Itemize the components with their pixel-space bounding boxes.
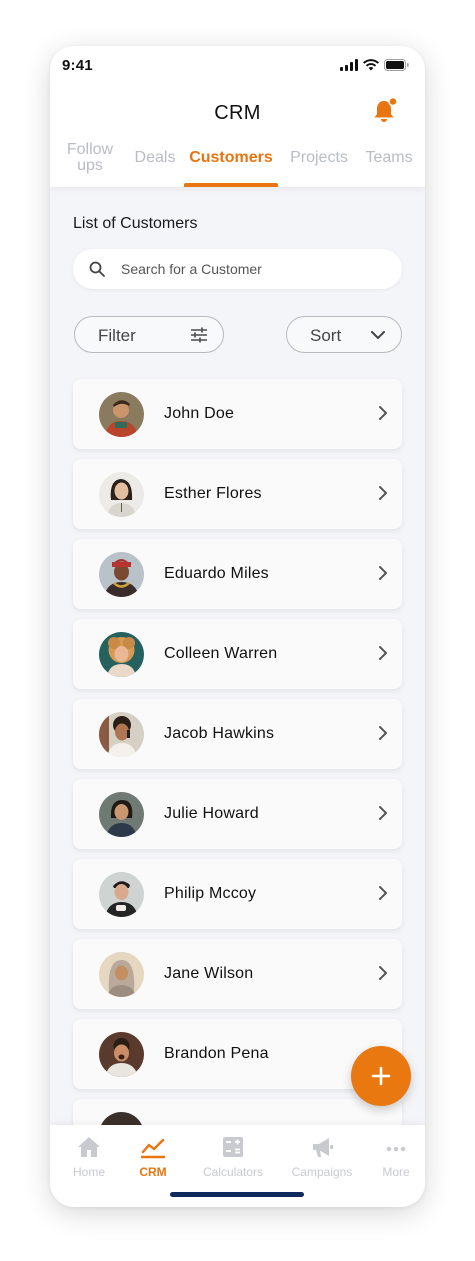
customer-name: Julie Howard [164,805,259,822]
customer-card[interactable]: Colleen Warren [73,619,402,689]
sort-label: Sort [310,326,342,345]
calculator-icon [223,1137,243,1157]
customer-name: Philip Mccoy [164,885,257,902]
avatar [99,1032,144,1077]
megaphone-icon [313,1138,333,1157]
sort-dropdown[interactable]: Sort [286,316,402,353]
home-icon [78,1137,100,1157]
customer-card[interactable]: Julie Howard [73,779,402,849]
status-icons [340,59,409,71]
tab-follow-ups[interactable]: Follow ups [60,142,120,174]
avatar [99,632,144,677]
phone-screen: 9:41 CRM Follow ups Deals Customers Proj… [50,46,425,1207]
customer-card[interactable]: Jacob Hawkins [73,699,402,769]
nav-crm[interactable]: CRM [115,1135,191,1179]
customer-card[interactable]: John Doe [73,379,402,449]
chevron-right-icon [379,966,387,980]
customer-card[interactable]: Esther Flores [73,459,402,529]
customer-name: Eduardo Miles [164,565,269,582]
filter-button[interactable]: Filter [74,316,224,353]
avatar [99,872,144,917]
search-input[interactable] [121,249,391,289]
sliders-icon [191,327,207,343]
app-header: 9:41 CRM Follow ups Deals Customers Proj… [50,46,425,187]
avatar [99,472,144,517]
search-bar[interactable] [73,249,402,289]
notifications-button[interactable] [371,96,399,125]
more-dots-icon [386,1146,406,1152]
bell-icon [374,96,398,122]
chevron-right-icon [379,726,387,740]
customer-card[interactable]: Philip Mccoy [73,859,402,929]
chart-line-icon [141,1138,165,1159]
chevron-right-icon [379,406,387,420]
chevron-right-icon [379,886,387,900]
status-time: 9:41 [62,57,93,74]
chevron-down-icon [371,331,385,339]
add-customer-button[interactable] [351,1046,411,1106]
tab-customers[interactable]: Customers [184,150,278,166]
wifi-icon [363,59,379,71]
nav-calculators[interactable]: Calculators [195,1135,271,1179]
nav-more[interactable]: More [358,1135,425,1179]
customer-name: Esther Flores [164,485,262,502]
avatar [99,712,144,757]
search-icon [89,261,105,277]
customer-card[interactable]: Jane Wilson [73,939,402,1009]
avatar [99,392,144,437]
plus-icon [371,1066,391,1086]
signal-icon [340,59,358,71]
bottom-navigation: Home CRM Calculators Campaigns More [50,1125,425,1207]
avatar [99,952,144,997]
avatar [99,792,144,837]
customer-name: Jacob Hawkins [164,725,275,742]
chevron-right-icon [379,646,387,660]
home-indicator [170,1192,304,1197]
customer-name: John Doe [164,405,235,422]
chevron-right-icon [379,486,387,500]
battery-icon [384,59,409,71]
page-title: CRM [214,102,261,124]
customer-name: Brandon Pena [164,1045,269,1062]
customer-name: Colleen Warren [164,645,278,662]
tab-deals[interactable]: Deals [130,150,180,166]
chevron-right-icon [379,806,387,820]
avatar [99,552,144,597]
filter-label: Filter [98,326,136,345]
tab-projects[interactable]: Projects [284,150,354,166]
customer-card[interactable]: Eduardo Miles [73,539,402,609]
tab-teams[interactable]: Teams [360,150,418,166]
tab-bar: Follow ups Deals Customers Projects Team… [50,140,425,187]
customer-name: Jane Wilson [164,965,254,982]
section-title: List of Customers [73,215,198,232]
chevron-right-icon [379,566,387,580]
active-tab-indicator [184,183,278,187]
nav-campaigns[interactable]: Campaigns [284,1135,360,1179]
